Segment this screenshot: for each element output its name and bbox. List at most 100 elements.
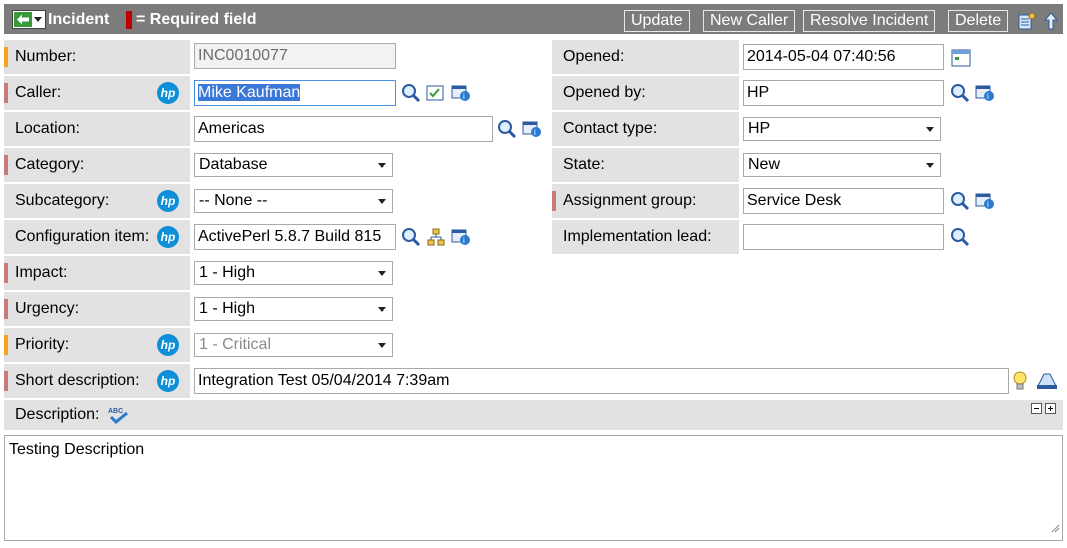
configuration-item-field[interactable]	[194, 224, 396, 250]
description-header: Description: ABC	[4, 400, 1063, 430]
mandatory-indicator	[552, 191, 556, 211]
lightbulb-icon[interactable]	[1011, 370, 1031, 390]
short-description-label: Short description:	[15, 372, 140, 389]
urgency-select[interactable]: 1 - High	[194, 297, 393, 321]
collapse-icon[interactable]	[1031, 403, 1042, 414]
implementation-lead-label: Implementation lead:	[563, 228, 712, 245]
impact-select[interactable]: 1 - High	[194, 261, 393, 285]
contact-type-select[interactable]: HP	[743, 117, 941, 141]
category-label: Category:	[15, 156, 85, 173]
chevron-down-icon	[378, 343, 386, 348]
reference-info-icon[interactable]: i	[975, 84, 995, 104]
svg-text:i: i	[987, 200, 989, 209]
caller-label: Caller:	[15, 84, 62, 101]
hp-icon: hp	[157, 334, 179, 356]
chevron-down-icon	[378, 271, 386, 276]
configuration-item-label: Configuration item:	[15, 228, 150, 245]
urgency-label: Urgency:	[15, 300, 80, 317]
caller-field[interactable]: Mike Kaufman	[194, 80, 396, 106]
configuration-item-label-cell: Configuration item: hp	[4, 220, 190, 254]
short-description-field[interactable]	[194, 368, 1009, 394]
contact-type-label-cell: Contact type:	[552, 112, 739, 146]
back-arrow-icon	[14, 12, 32, 27]
priority-label: Priority:	[15, 336, 70, 353]
subcategory-label-cell: Subcategory: hp	[4, 184, 190, 218]
hp-icon: hp	[157, 190, 179, 212]
dependency-tree-icon[interactable]	[427, 228, 447, 248]
chevron-down-icon	[378, 163, 386, 168]
resize-handle-icon[interactable]	[1050, 520, 1060, 538]
delete-button[interactable]: Delete	[948, 10, 1009, 32]
resolve-incident-button[interactable]: Resolve Incident	[803, 10, 936, 32]
category-select[interactable]: Database	[194, 153, 393, 177]
category-label-cell: Category:	[4, 148, 190, 182]
back-button[interactable]	[12, 10, 46, 29]
svg-text:i: i	[463, 92, 465, 101]
number-label-cell: Number:	[4, 40, 190, 74]
mandatory-indicator	[4, 335, 8, 355]
mandatory-indicator	[4, 299, 8, 319]
implementation-lead-field[interactable]	[743, 224, 944, 250]
description-textarea[interactable]: Testing Description	[4, 435, 1063, 541]
chevron-down-icon	[926, 163, 934, 168]
short-description-label-cell: Short description: hp	[4, 364, 190, 398]
assignment-group-label-cell: Assignment group:	[552, 184, 739, 218]
hp-icon: hp	[157, 226, 179, 248]
reference-info-icon[interactable]: i	[522, 120, 542, 140]
impact-value: 1 - High	[199, 264, 256, 281]
urgency-label-cell: Urgency:	[4, 292, 190, 326]
svg-text:i: i	[463, 236, 465, 245]
search-icon[interactable]	[950, 227, 970, 247]
reference-info-icon[interactable]: i	[975, 192, 995, 212]
number-field[interactable]	[194, 43, 396, 69]
state-select[interactable]: New	[743, 153, 941, 177]
required-legend: = Required field	[136, 11, 257, 28]
search-icon[interactable]	[950, 191, 970, 211]
priority-label-cell: Priority: hp	[4, 328, 190, 362]
search-icon[interactable]	[401, 83, 421, 103]
state-label: State:	[563, 156, 605, 173]
mandatory-indicator	[4, 47, 8, 67]
subcategory-label: Subcategory:	[15, 192, 110, 209]
checklist-icon[interactable]	[426, 84, 446, 104]
state-label-cell: State:	[552, 148, 739, 182]
caller-value: Mike Kaufman	[198, 84, 301, 101]
assignment-group-label: Assignment group:	[563, 192, 697, 209]
chevron-down-icon	[378, 307, 386, 312]
mandatory-indicator	[4, 155, 8, 175]
reference-info-icon[interactable]: i	[451, 84, 471, 104]
update-button[interactable]: Update	[624, 10, 690, 32]
expand-icon[interactable]	[1045, 403, 1056, 414]
form-header: Incident = Required field Update New Cal…	[4, 4, 1063, 34]
location-field[interactable]	[194, 116, 493, 142]
opened-label-cell: Opened:	[552, 40, 739, 74]
hp-icon: hp	[157, 82, 179, 104]
mandatory-indicator	[4, 371, 8, 391]
assignment-group-field[interactable]	[743, 188, 944, 214]
search-icon[interactable]	[497, 119, 517, 139]
search-icon[interactable]	[401, 227, 421, 247]
required-marker	[126, 11, 132, 29]
calendar-icon[interactable]	[951, 48, 971, 68]
svg-text:ABC: ABC	[108, 408, 123, 415]
search-icon[interactable]	[950, 83, 970, 103]
new-caller-button[interactable]: New Caller	[703, 10, 796, 32]
knowledge-icon[interactable]	[1036, 370, 1057, 390]
opened-label: Opened:	[563, 48, 625, 65]
impact-label: Impact:	[15, 264, 68, 281]
form-settings-icon[interactable]	[1018, 12, 1036, 35]
spellcheck-icon[interactable]: ABC	[108, 405, 130, 435]
opened-by-field[interactable]	[743, 80, 944, 106]
location-label-cell: Location:	[4, 112, 190, 146]
contact-type-value: HP	[748, 120, 771, 137]
reference-info-icon[interactable]: i	[451, 228, 471, 248]
description-label: Description:	[15, 406, 100, 423]
scroll-up-icon[interactable]	[1043, 12, 1059, 35]
opened-field[interactable]	[743, 44, 944, 70]
category-value: Database	[199, 156, 268, 173]
chevron-down-icon	[378, 199, 386, 204]
subcategory-select[interactable]: -- None --	[194, 189, 393, 213]
chevron-down-icon	[926, 127, 934, 132]
svg-text:i: i	[987, 92, 989, 101]
contact-type-label: Contact type:	[563, 120, 658, 137]
